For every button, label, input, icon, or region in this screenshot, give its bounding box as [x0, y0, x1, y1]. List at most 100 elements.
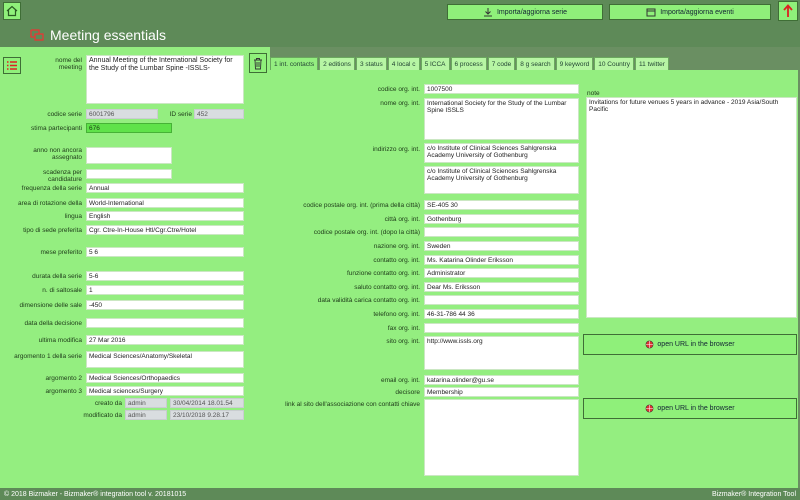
- link-field[interactable]: [424, 399, 579, 476]
- decision-field[interactable]: Membership: [424, 387, 579, 397]
- tab-local[interactable]: 4 local c: [387, 57, 420, 70]
- modified-label: modificato da: [83, 412, 122, 419]
- role-label: funzione contatto org. int.: [347, 270, 420, 277]
- venue-type-field[interactable]: Cgr. Ctre-In-House Htl/Cgr.Ctre/Hotel: [86, 225, 244, 235]
- footer-product: Bizmaker® Integration Tool: [711, 490, 796, 498]
- role-field[interactable]: Administrator: [424, 268, 579, 278]
- country-field[interactable]: Sweden: [424, 241, 579, 251]
- tab-icca[interactable]: 5 ICCA: [420, 57, 450, 70]
- language-label: lingua: [64, 213, 82, 220]
- meeting-name-field[interactable]: Annual Meeting of the International Soci…: [86, 55, 244, 104]
- meeting-name-label: nome del meeting: [55, 57, 82, 71]
- city-field[interactable]: Gothenburg: [424, 214, 579, 224]
- address-label: indirizzo org. int.: [372, 146, 420, 153]
- list-button[interactable]: [3, 57, 21, 74]
- site-label: sito org. int.: [386, 338, 420, 345]
- month-field[interactable]: 5 6: [86, 247, 244, 257]
- tab-twitter[interactable]: 11 twitter: [635, 57, 669, 70]
- topic1-field[interactable]: Medical Sciences/Anatomy/Skeletal: [86, 351, 244, 368]
- globe-icon: [646, 340, 654, 349]
- address-field-2[interactable]: c/o Institute of Clinical Sciences Sahlg…: [424, 166, 579, 194]
- greeting-label: saluto contatto org. int.: [354, 284, 420, 291]
- duration-label: durata della serie: [32, 273, 82, 280]
- country-label: nazione org. int.: [373, 243, 420, 250]
- title-wrap: Meeting essentials: [30, 27, 166, 43]
- phone-label: telefono org. int.: [373, 311, 420, 318]
- rotation-label: area di rotazione della: [18, 200, 82, 207]
- open-url-label-2: open URL in the browser: [657, 405, 735, 412]
- fax-field[interactable]: [424, 323, 579, 333]
- note-label: note: [587, 90, 600, 97]
- list-icon: [7, 61, 17, 70]
- year-field[interactable]: [86, 147, 172, 164]
- zip-before-field[interactable]: SE-405 30: [424, 200, 579, 210]
- hall-size-label: dimensione delle sale: [19, 302, 82, 309]
- topic3-field[interactable]: Medical sciences/Surgery: [86, 386, 244, 396]
- tab-editions[interactable]: 2 editions: [319, 57, 355, 70]
- frequency-label: frequenza della serie: [21, 185, 82, 192]
- zip-after-label: codice postale org. int. (dopo la città): [313, 229, 420, 236]
- tab-bar: 1 int. contacts 2 editions 3 status 4 lo…: [270, 57, 669, 70]
- globe-icon: [646, 404, 654, 413]
- year-label: anno non ancora assegnato: [33, 147, 82, 161]
- decision-date-field[interactable]: [86, 318, 244, 328]
- candidature-field[interactable]: [86, 169, 172, 179]
- phone-field[interactable]: 46-31-786 44 36: [424, 309, 579, 319]
- page-title: Meeting essentials: [50, 27, 166, 43]
- hall-size-field[interactable]: -450: [86, 300, 244, 310]
- halls-label: n. di saltosale: [42, 287, 82, 294]
- trash-icon: [254, 57, 262, 69]
- last-modified-field[interactable]: 27 Mar 2016: [86, 335, 244, 345]
- validity-field[interactable]: [424, 295, 579, 305]
- import-series-button[interactable]: Importa/aggiorna serie: [447, 4, 603, 20]
- org-name-label: nome org. int.: [380, 100, 420, 107]
- site-field[interactable]: http://www.issls.org: [424, 336, 579, 370]
- tab-g-search[interactable]: 8 g search: [516, 57, 555, 70]
- duration-field[interactable]: 5-6: [86, 271, 244, 281]
- email-field[interactable]: katarina.olinder@gu.se: [424, 375, 579, 385]
- estimate-label: stima partecipanti: [31, 125, 82, 132]
- rotation-field[interactable]: World-International: [86, 198, 244, 208]
- tab-int-contacts[interactable]: 1 int. contacts: [270, 57, 319, 70]
- org-name-field[interactable]: International Society for the Study of t…: [424, 98, 579, 140]
- estimate-field[interactable]: 676: [86, 123, 172, 133]
- decision-date-label: data della decisione: [24, 320, 82, 327]
- org-code-field[interactable]: 1007500: [424, 84, 579, 94]
- address-field-1[interactable]: c/o Institute of Clinical Sciences Sahlg…: [424, 143, 579, 163]
- venue-type-label: tipo di sede preferita: [23, 227, 82, 234]
- zip-after-field[interactable]: [424, 227, 579, 237]
- open-url-button[interactable]: open URL in the browser: [583, 334, 797, 355]
- home-button[interactable]: [3, 2, 21, 20]
- tab-process[interactable]: 6 process: [450, 57, 487, 70]
- tab-code[interactable]: 7 code: [487, 57, 516, 70]
- created-at-field: 30/04/2014 18.01.54: [170, 398, 244, 408]
- contact-label: contatto org. int.: [373, 257, 420, 264]
- open-url-button-2[interactable]: open URL in the browser: [583, 398, 797, 419]
- series-code-label: codice serie: [47, 111, 82, 118]
- halls-field[interactable]: 1: [86, 285, 244, 295]
- home-icon: [6, 5, 18, 17]
- tab-status[interactable]: 3 status: [355, 57, 387, 70]
- tab-keyword[interactable]: 9 keyword: [555, 57, 594, 70]
- contact-field[interactable]: Ms. Katarina Olinder Eriksson: [424, 255, 579, 265]
- topic2-field[interactable]: Medical Sciences/Orthopaedics: [86, 373, 244, 383]
- upload-button[interactable]: [778, 1, 798, 21]
- modified-at-field: 23/10/2018 9.28.17: [170, 410, 244, 420]
- download-icon: [483, 8, 492, 17]
- series-id-field: 452: [194, 109, 244, 119]
- language-field[interactable]: English: [86, 211, 244, 221]
- series-code-field: 6001796: [86, 109, 158, 119]
- org-code-label: codice org. int.: [377, 86, 420, 93]
- note-field[interactable]: Invitations for future venues 5 years in…: [586, 97, 797, 318]
- import-events-button[interactable]: Importa/aggiorna eventi: [609, 4, 771, 20]
- link-label: link al sito dell'associazione con conta…: [285, 401, 420, 408]
- greeting-field[interactable]: Dear Ms. Eriksson: [424, 282, 579, 292]
- delete-button[interactable]: [249, 53, 267, 73]
- open-url-label: open URL in the browser: [657, 341, 735, 348]
- decision-label: decisore: [395, 389, 420, 396]
- last-modified-label: ultima modifica: [38, 337, 82, 344]
- tab-country[interactable]: 10 Country: [594, 57, 635, 70]
- fax-label: fax org. int.: [387, 325, 420, 332]
- frequency-field[interactable]: Annual: [86, 183, 244, 193]
- import-events-label: Importa/aggiorna eventi: [660, 8, 734, 16]
